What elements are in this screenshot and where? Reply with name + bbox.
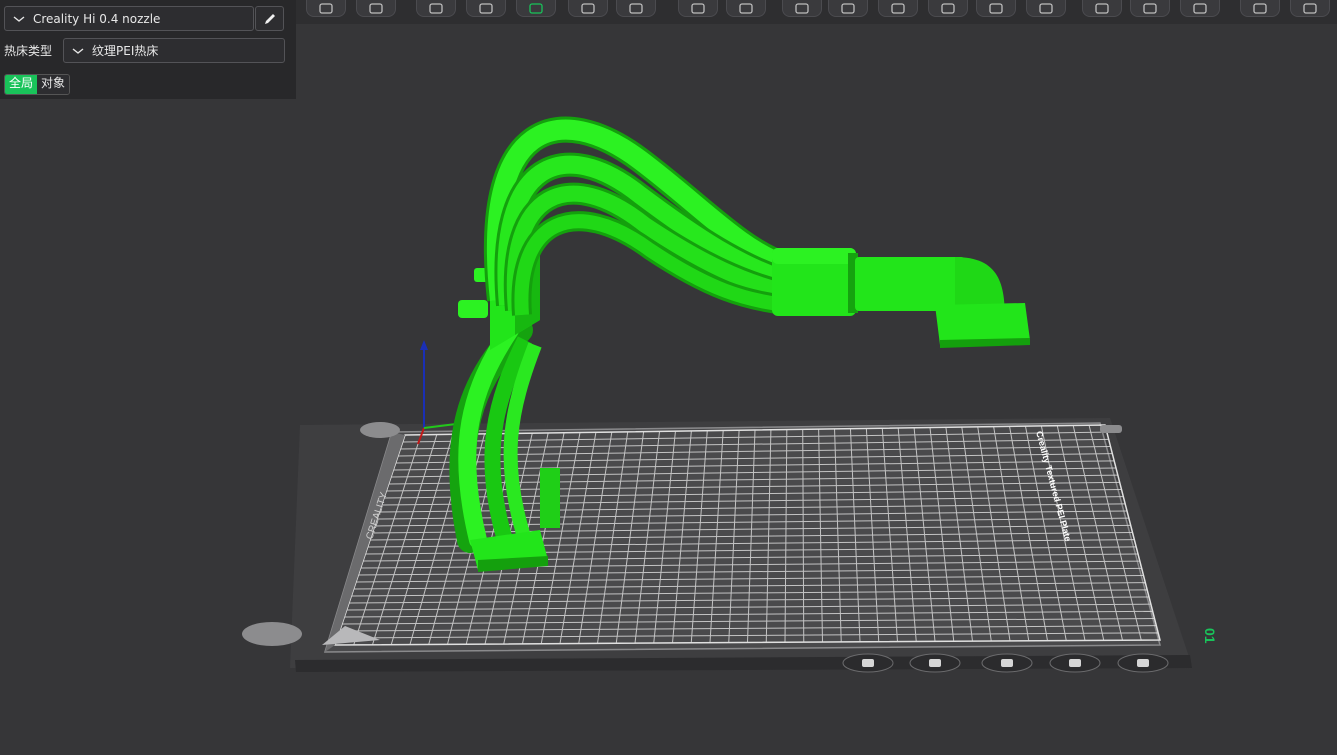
split-parts-button[interactable] — [678, 0, 718, 17]
plate-arrange-icon — [1069, 659, 1081, 667]
3d-viewport[interactable]: CREALITY Creality Textured PEI Plate 01 — [0, 0, 1337, 755]
top-toolbar: A — [296, 0, 1337, 24]
seam-paint-icon — [1095, 2, 1109, 14]
fuzzy-skin-button[interactable] — [1130, 0, 1170, 17]
cut-icon — [941, 2, 955, 14]
arrange-button[interactable] — [568, 0, 608, 17]
plate-paint-button[interactable] — [981, 653, 1033, 673]
auto-orient-icon — [429, 2, 443, 14]
plate-lock-button[interactable] — [909, 653, 961, 673]
assembly-icon — [1303, 2, 1317, 14]
layers-icon — [841, 2, 855, 14]
fill-button[interactable] — [878, 0, 918, 17]
boolean-button[interactable] — [976, 0, 1016, 17]
lay-on-face-button[interactable] — [466, 0, 506, 17]
add-cube-button[interactable] — [306, 0, 346, 17]
slice-view-button[interactable] — [516, 0, 556, 17]
plate-delete-icon — [1137, 659, 1149, 667]
bed-type-select[interactable]: 纹理PEI热床 — [63, 38, 285, 63]
add-cube-icon — [319, 2, 333, 14]
edit-printer-button[interactable] — [255, 6, 284, 31]
text-emboss-button[interactable] — [1180, 0, 1220, 17]
assembly-button[interactable] — [1290, 0, 1330, 17]
printer-select-label: Creality Hi 0.4 nozzle — [33, 11, 161, 26]
mmu-paint-button[interactable] — [1240, 0, 1280, 17]
auto-orient-button[interactable] — [416, 0, 456, 17]
slice-view-icon — [529, 2, 543, 14]
plate-number: 01 — [1202, 628, 1218, 644]
boolean-icon — [989, 2, 1003, 14]
layers-button[interactable] — [828, 0, 868, 17]
object-mode-button[interactable]: 对象 — [37, 75, 70, 94]
plate-delete-button[interactable] — [1117, 653, 1169, 673]
settings-parts-icon — [739, 2, 753, 14]
mmu-paint-icon — [1253, 2, 1267, 14]
measure-button[interactable] — [782, 0, 822, 17]
measure-icon — [795, 2, 809, 14]
bed-corner-logo — [242, 622, 302, 646]
settings-parts-button[interactable] — [726, 0, 766, 17]
pencil-icon — [264, 13, 275, 24]
support-paint-icon — [1039, 2, 1053, 14]
arrange-icon — [581, 2, 595, 14]
grid-icon — [369, 2, 383, 14]
global-mode-button[interactable]: 全局 — [5, 75, 38, 94]
cut-button[interactable] — [928, 0, 968, 17]
fill-icon — [891, 2, 905, 14]
split-button[interactable] — [616, 0, 656, 17]
split-icon — [629, 2, 643, 14]
build-plate: CREALITY Creality Textured PEI Plate 01 — [242, 418, 1218, 672]
bed-corner-logo — [360, 422, 400, 438]
bed-type-value: 纹理PEI热床 — [92, 44, 159, 58]
plate-arrange-button[interactable] — [1049, 653, 1101, 673]
fuzzy-skin-icon — [1143, 2, 1157, 14]
printer-select[interactable]: Creality Hi 0.4 nozzle — [4, 6, 254, 31]
bed-type-label: 热床类型 — [4, 44, 53, 58]
plate-paint-icon — [1001, 659, 1013, 667]
settings-panel: Creality Hi 0.4 nozzle 热床类型 纹理PEI热床 全局 对… — [0, 0, 296, 99]
plate-settings-button[interactable] — [842, 653, 894, 673]
grid-button[interactable] — [356, 0, 396, 17]
plate-settings-icon — [862, 659, 874, 667]
split-parts-icon — [691, 2, 705, 14]
chevron-down-icon — [72, 47, 84, 54]
plate-lock-icon — [929, 659, 941, 667]
scope-toggle: 全局 对象 — [4, 74, 71, 95]
text-emboss-icon — [1193, 2, 1207, 14]
seam-paint-button[interactable] — [1082, 0, 1122, 17]
lay-on-face-icon — [479, 2, 493, 14]
support-paint-button[interactable] — [1026, 0, 1066, 17]
chevron-down-icon — [13, 15, 25, 22]
